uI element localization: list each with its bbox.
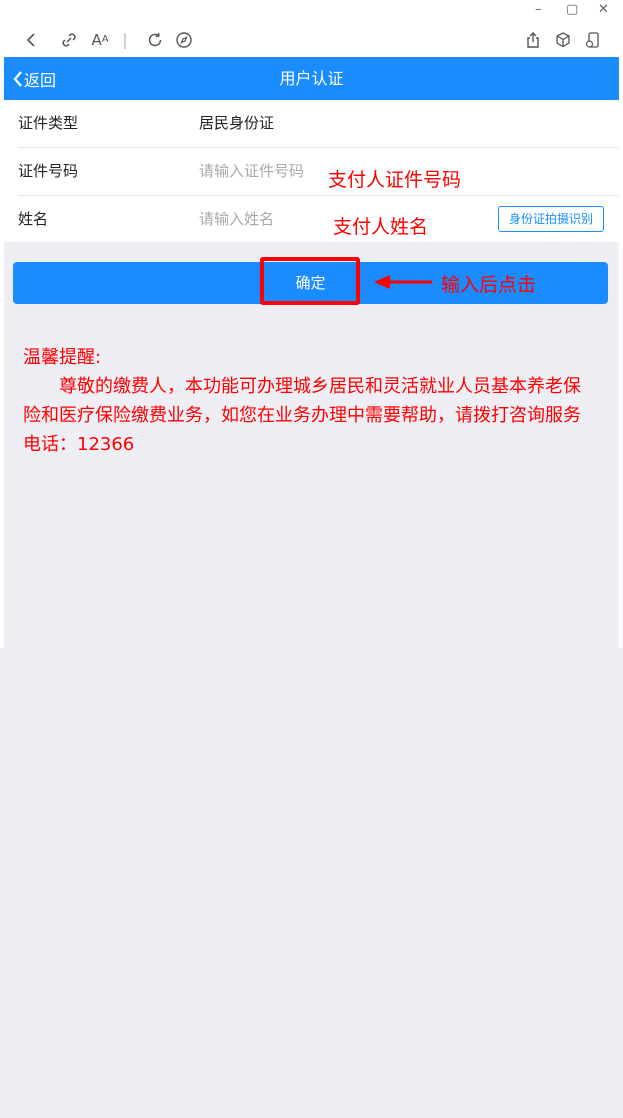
share-icon[interactable] (522, 22, 544, 57)
minimize-button[interactable]: – (535, 2, 542, 17)
id-type-label: 证件类型 (18, 114, 79, 132)
page-title: 用户认证 (279, 69, 344, 88)
compass-icon[interactable] (173, 22, 195, 57)
reminder-notice: 温馨提醒: 尊敬的缴费人，本功能可办理城乡居民和灵活就业人员基本养老保险和医疗保… (23, 343, 598, 459)
refresh-icon[interactable] (144, 22, 166, 57)
app-window: – ▢ ✕ AA | 返回 用户认证 证件类型 居民身份证 证件号码 请输入证件… (0, 0, 623, 648)
id-card-scan-button[interactable]: 身份证拍摄识别 (497, 206, 604, 232)
reminder-body: 尊敬的缴费人，本功能可办理城乡居民和灵活就业人员基本养老保险和医疗保险缴费业务，… (23, 376, 581, 455)
empty-area (0, 648, 623, 1118)
name-label: 姓名 (18, 210, 49, 228)
box-icon[interactable] (552, 22, 574, 57)
auth-form: 证件类型 居民身份证 证件号码 请输入证件号码 姓名 请输入姓名 身份证拍摄识别 (4, 100, 619, 242)
toolbar-divider: | (122, 30, 128, 49)
name-row: 姓名 请输入姓名 身份证拍摄识别 (4, 196, 619, 243)
window-titlebar: – ▢ ✕ (0, 0, 623, 22)
arrow-left-icon (374, 275, 432, 289)
link-icon[interactable] (58, 22, 80, 57)
name-input[interactable]: 请输入姓名 (199, 196, 274, 243)
id-number-input[interactable]: 请输入证件号码 (199, 148, 304, 195)
click-annotation: 输入后点击 (441, 274, 537, 296)
device-icon[interactable] (582, 22, 604, 57)
id-number-row: 证件号码 请输入证件号码 (4, 148, 619, 195)
maximize-button[interactable]: ▢ (566, 2, 578, 17)
close-button[interactable]: ✕ (598, 2, 609, 17)
name-annotation: 支付人姓名 (333, 216, 429, 238)
id-type-row[interactable]: 证件类型 居民身份证 (4, 100, 619, 147)
back-icon[interactable] (20, 22, 42, 57)
id-type-value[interactable]: 居民身份证 (199, 100, 274, 147)
browser-toolbar: AA | (0, 22, 623, 57)
id-number-annotation: 支付人证件号码 (328, 169, 462, 191)
id-number-label: 证件号码 (18, 162, 79, 180)
font-size-icon[interactable]: AA (88, 22, 112, 57)
reminder-heading: 温馨提醒: (23, 347, 102, 368)
page-header: 返回 用户认证 (4, 57, 619, 100)
highlight-box (260, 257, 360, 305)
